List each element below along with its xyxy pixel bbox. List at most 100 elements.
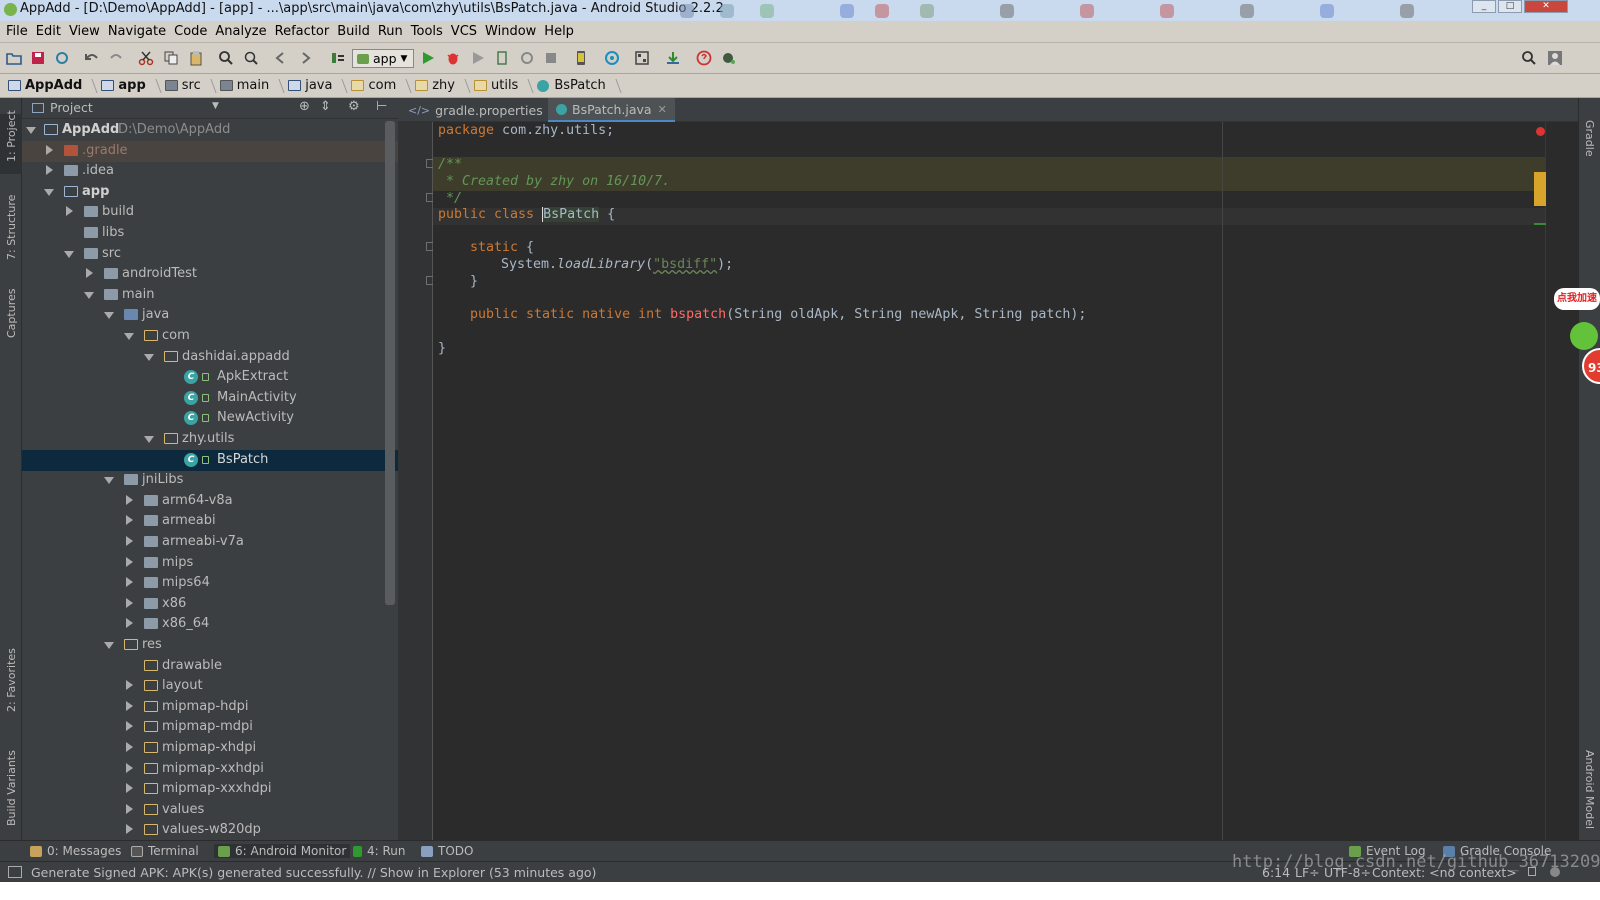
tree-node[interactable]: com xyxy=(22,326,398,347)
tool-tab-gradle[interactable]: Gradle xyxy=(1579,106,1600,166)
tree-node-selected[interactable]: C BsPatch xyxy=(22,450,398,471)
menu-analyze[interactable]: Analyze xyxy=(215,24,266,39)
breadcrumb-item[interactable]: utils xyxy=(474,78,534,93)
tree-node[interactable]: C ApkExtract xyxy=(22,367,398,388)
editor-marker-strip[interactable] xyxy=(1534,122,1578,840)
tree-node[interactable]: values xyxy=(22,800,398,821)
menu-refactor[interactable]: Refactor xyxy=(275,24,330,39)
tree-node[interactable]: armeabi xyxy=(22,511,398,532)
project-structure-icon[interactable] xyxy=(634,50,650,66)
change-marker[interactable] xyxy=(1534,223,1546,225)
toggle-tool-windows-icon[interactable] xyxy=(8,866,22,878)
tool-tab-build-variants[interactable]: Build Variants xyxy=(0,746,22,831)
forward-icon[interactable] xyxy=(297,50,313,66)
tool-tab-project[interactable]: 1: Project xyxy=(0,110,22,174)
tree-node[interactable]: main xyxy=(22,285,398,306)
breadcrumb-item[interactable]: main xyxy=(219,78,285,93)
run-icon[interactable] xyxy=(420,50,436,66)
tree-node[interactable]: app xyxy=(22,182,398,203)
breadcrumb-item[interactable]: app xyxy=(101,78,162,93)
menu-edit[interactable]: Edit xyxy=(36,24,61,39)
undo-icon[interactable] xyxy=(84,50,100,66)
gear-icon[interactable]: ⚙ xyxy=(348,99,360,114)
tree-node[interactable]: mips xyxy=(22,553,398,574)
android-device-monitor-icon[interactable] xyxy=(721,50,737,66)
menu-tools[interactable]: Tools xyxy=(411,24,443,39)
code-editor[interactable]: package com.zhy.utils; /** * Created by … xyxy=(433,122,1545,840)
help-icon[interactable] xyxy=(696,50,712,66)
tree-node[interactable]: androidTest xyxy=(22,264,398,285)
tree-node[interactable]: arm64-v8a xyxy=(22,491,398,512)
paste-icon[interactable] xyxy=(188,50,204,66)
cut-icon[interactable] xyxy=(138,50,154,66)
run-coverage-icon[interactable] xyxy=(470,50,486,66)
tree-node-root[interactable]: AppAdd D:\Demo\AppAdd xyxy=(22,120,398,141)
tree-node[interactable]: C MainActivity xyxy=(22,388,398,409)
sdk-manager-icon[interactable] xyxy=(665,50,681,66)
open-folder-icon[interactable] xyxy=(6,50,22,66)
user-avatar-icon[interactable] xyxy=(1547,50,1563,66)
project-tree-scrollbar[interactable] xyxy=(385,121,395,605)
sync-icon[interactable] xyxy=(54,50,70,66)
breadcrumb-item[interactable]: zhy xyxy=(415,78,471,93)
menu-file[interactable]: File xyxy=(6,24,28,39)
sync-gradle-icon[interactable] xyxy=(604,50,620,66)
run-config-select[interactable]: app ▼ xyxy=(352,49,414,68)
tree-node[interactable]: jniLibs xyxy=(22,470,398,491)
menu-vcs[interactable]: VCS xyxy=(451,24,477,39)
tree-node[interactable]: C NewActivity xyxy=(22,408,398,429)
find-icon[interactable] xyxy=(218,50,234,66)
tree-node[interactable]: layout xyxy=(22,676,398,697)
close-icon[interactable]: ✕ xyxy=(658,103,667,116)
tool-tab-favorites[interactable]: 2: Favorites xyxy=(0,648,22,720)
tree-node[interactable]: mips64 xyxy=(22,573,398,594)
breadcrumb-item[interactable]: com xyxy=(351,78,412,93)
tree-node[interactable]: drawable xyxy=(22,656,398,677)
status-message[interactable]: Generate Signed APK: APK(s) generated su… xyxy=(31,865,596,880)
highlight-marker[interactable] xyxy=(1534,172,1546,206)
breadcrumb-item[interactable]: src xyxy=(164,78,217,93)
tool-tab-messages[interactable]: 0: Messages xyxy=(30,844,121,858)
tree-node[interactable]: mipmap-xhdpi xyxy=(22,738,398,759)
hide-panel-icon[interactable]: ⊢ xyxy=(376,99,387,114)
tool-tab-android-model[interactable]: Android Model xyxy=(1579,738,1600,838)
close-window-button[interactable]: ✕ xyxy=(1524,0,1568,13)
search-everywhere-icon[interactable] xyxy=(1521,50,1537,66)
tool-tab-run[interactable]: 4: Run xyxy=(353,844,406,858)
collapse-all-icon[interactable]: ⇕ xyxy=(320,99,331,114)
tree-node[interactable]: values-w820dp xyxy=(22,820,398,840)
menu-code[interactable]: Code xyxy=(174,24,207,39)
tool-tab-structure[interactable]: 7: Structure xyxy=(0,195,22,268)
tool-tab-captures[interactable]: Captures xyxy=(0,288,22,348)
tree-node[interactable]: armeabi-v7a xyxy=(22,532,398,553)
save-icon[interactable] xyxy=(30,50,46,66)
editor-gutter[interactable] xyxy=(398,122,435,840)
tree-node[interactable]: java xyxy=(22,305,398,326)
breadcrumb-item[interactable]: AppAdd xyxy=(8,78,98,93)
tree-node[interactable]: x86 xyxy=(22,594,398,615)
tool-tab-terminal[interactable]: Terminal xyxy=(131,844,199,858)
tree-node[interactable]: src xyxy=(22,244,398,265)
tree-node[interactable]: x86_64 xyxy=(22,614,398,635)
attach-debugger-icon[interactable] xyxy=(494,50,510,66)
avd-manager-icon[interactable] xyxy=(573,50,589,66)
tree-node[interactable]: .gradle xyxy=(22,141,398,162)
error-indicator-icon[interactable] xyxy=(1536,127,1545,136)
copy-icon[interactable] xyxy=(163,50,179,66)
project-view-selector[interactable]: Project xyxy=(50,100,93,115)
menu-navigate[interactable]: Navigate xyxy=(108,24,166,39)
tree-node[interactable]: mipmap-xxhdpi xyxy=(22,759,398,780)
stop-icon[interactable] xyxy=(543,50,559,66)
tool-tab-android-monitor[interactable]: 6: Android Monitor xyxy=(214,844,351,858)
chevron-down-icon[interactable]: ▼ xyxy=(212,101,219,111)
debug-icon[interactable] xyxy=(445,50,461,66)
tree-node[interactable]: mipmap-hdpi xyxy=(22,697,398,718)
breadcrumb-item[interactable]: java xyxy=(288,78,349,93)
speed-widget-icon[interactable] xyxy=(1570,322,1598,350)
tool-tab-todo[interactable]: TODO xyxy=(421,844,473,858)
menu-view[interactable]: View xyxy=(69,24,100,39)
tree-node[interactable]: build xyxy=(22,202,398,223)
tree-node[interactable]: res xyxy=(22,635,398,656)
tree-node[interactable]: .idea xyxy=(22,161,398,182)
maximize-button[interactable]: □ xyxy=(1498,0,1522,13)
